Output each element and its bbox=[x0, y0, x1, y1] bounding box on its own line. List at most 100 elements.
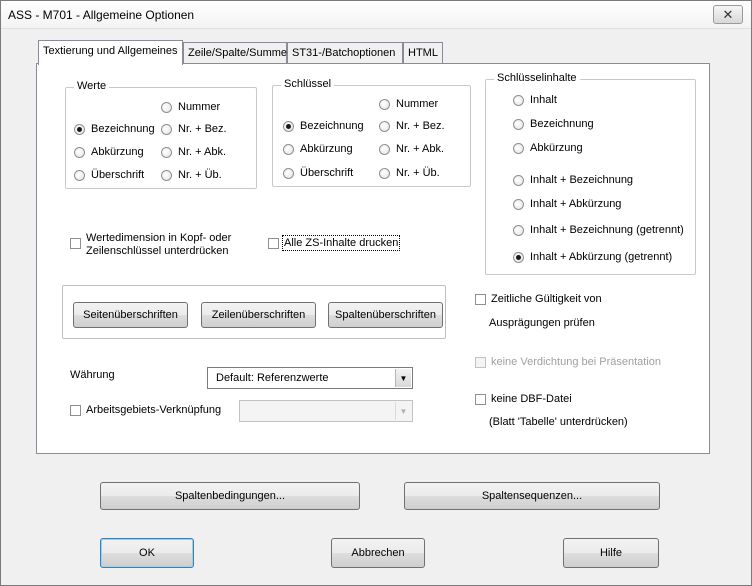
zeitliche-gueltigkeit-checkbox[interactable]: Zeitliche Gültigkeit von bbox=[475, 293, 602, 305]
schluessel-radio-ueberschrift[interactable]: Überschrift bbox=[283, 167, 353, 179]
inhalte-radio-abkuerzung[interactable]: Abkürzung bbox=[513, 142, 583, 154]
inhalte-radio-inhalt[interactable]: Inhalt bbox=[513, 94, 557, 106]
keine-dbf-datei-label: keine DBF-Datei bbox=[491, 393, 572, 405]
werte-radio-bezeichnung[interactable]: Bezeichnung bbox=[74, 123, 155, 135]
window-title: ASS - M701 - Allgemeine Optionen bbox=[8, 8, 195, 22]
radio-icon bbox=[161, 146, 172, 158]
radio-label: Nr. + Üb. bbox=[396, 167, 440, 179]
radio-label: Inhalt bbox=[530, 94, 557, 106]
radio-label: Nr. + Abk. bbox=[178, 146, 226, 158]
zeitliche-gueltigkeit-label-line2: Ausprägungen prüfen bbox=[489, 317, 595, 329]
radio-label: Bezeichnung bbox=[91, 123, 155, 135]
radio-icon bbox=[513, 224, 524, 236]
radio-label: Abkürzung bbox=[530, 142, 583, 154]
inhalte-radio-inhalt-bezeichnung[interactable]: Inhalt + Bezeichnung bbox=[513, 174, 633, 186]
arbeitsgebiets-verknuepfung-checkbox[interactable]: Arbeitsgebiets-Verknüpfung bbox=[70, 404, 221, 416]
zeitliche-gueltigkeit-label: Zeitliche Gültigkeit von bbox=[491, 293, 602, 305]
radio-icon bbox=[513, 174, 524, 186]
abbrechen-button[interactable]: Abbrechen bbox=[331, 538, 425, 568]
radio-label: Abkürzung bbox=[300, 143, 353, 155]
schluessel-radio-nr-bez[interactable]: Nr. + Bez. bbox=[379, 120, 445, 132]
group-schluesselinhalte-legend: Schlüsselinhalte bbox=[494, 72, 580, 84]
tab-label: Zeile/Spalte/Summe bbox=[188, 47, 288, 59]
schluessel-radio-nr-abk[interactable]: Nr. + Abk. bbox=[379, 143, 444, 155]
checkbox-icon bbox=[475, 294, 486, 305]
werte-radio-nr-abk[interactable]: Nr. + Abk. bbox=[161, 146, 226, 158]
seitenueberschriften-button[interactable]: Seitenüberschriften bbox=[73, 302, 188, 328]
wertedimension-checkbox[interactable]: Wertedimension in Kopf- oder Zeilenschlü… bbox=[70, 232, 231, 258]
radio-label: Nr. + Üb. bbox=[178, 169, 222, 181]
tab-label: ST31-/Batchoptionen bbox=[292, 47, 396, 59]
schluessel-radio-nr-ueb[interactable]: Nr. + Üb. bbox=[379, 167, 440, 179]
radio-checked-icon bbox=[74, 123, 85, 135]
werte-radio-nr-bez[interactable]: Nr. + Bez. bbox=[161, 123, 227, 135]
schluessel-radio-abkuerzung[interactable]: Abkürzung bbox=[283, 143, 353, 155]
tab-textierung[interactable]: Textierung und Allgemeines bbox=[38, 40, 183, 65]
inhalte-radio-inhalt-bezeichnung-getrennt[interactable]: Inhalt + Bezeichnung (getrennt) bbox=[513, 224, 684, 236]
radio-checked-icon bbox=[513, 251, 524, 263]
radio-icon bbox=[379, 98, 390, 110]
radio-label: Inhalt + Bezeichnung bbox=[530, 174, 634, 186]
radio-icon bbox=[513, 142, 524, 154]
group-schluessel: Schlüssel Nummer Bezeichnung Nr. + Bez. … bbox=[272, 78, 471, 187]
group-werte-legend: Werte bbox=[74, 80, 110, 92]
arbeitsgebiets-verknuepfung-label: Arbeitsgebiets-Verknüpfung bbox=[86, 404, 222, 416]
close-button[interactable]: ✕ bbox=[713, 5, 743, 24]
inhalte-radio-inhalt-abkuerzung[interactable]: Inhalt + Abkürzung bbox=[513, 198, 621, 210]
chevron-down-icon[interactable]: ▼ bbox=[395, 369, 411, 387]
title-bar[interactable]: ASS - M701 - Allgemeine Optionen ✕ bbox=[1, 1, 751, 29]
radio-icon bbox=[379, 120, 390, 132]
radio-icon bbox=[513, 198, 524, 210]
ok-button[interactable]: OK bbox=[100, 538, 194, 568]
hilfe-button[interactable]: Hilfe bbox=[563, 538, 659, 568]
group-schluesselinhalte: Schlüsselinhalte Inhalt Bezeichnung Abkü… bbox=[485, 72, 696, 275]
spaltenbedingungen-button[interactable]: Spaltenbedingungen... bbox=[100, 482, 360, 510]
radio-checked-icon bbox=[283, 120, 294, 132]
radio-label: Abkürzung bbox=[91, 146, 144, 158]
spaltenueberschriften-button[interactable]: Spaltenüberschriften bbox=[328, 302, 443, 328]
keine-verdichtung-checkbox[interactable]: keine Verdichtung bei Präsentation bbox=[475, 356, 661, 368]
spaltensequenzen-button[interactable]: Spaltensequenzen... bbox=[404, 482, 660, 510]
werte-radio-abkuerzung[interactable]: Abkürzung bbox=[74, 146, 144, 158]
waehrung-label: Währung bbox=[70, 369, 115, 381]
radio-icon bbox=[74, 169, 85, 181]
werte-radio-nr-ueb[interactable]: Nr. + Üb. bbox=[161, 169, 222, 181]
tab-html[interactable]: HTML bbox=[403, 42, 443, 64]
radio-icon bbox=[379, 143, 390, 155]
radio-icon bbox=[161, 123, 172, 135]
werte-radio-nummer[interactable]: Nummer bbox=[161, 101, 220, 113]
radio-label: Bezeichnung bbox=[530, 118, 594, 130]
werte-radio-ueberschrift[interactable]: Überschrift bbox=[74, 169, 144, 181]
dialog-window: ASS - M701 - Allgemeine Optionen ✕ Texti… bbox=[0, 0, 752, 586]
inhalte-radio-inhalt-abkuerzung-getrennt[interactable]: Inhalt + Abkürzung (getrennt) bbox=[513, 251, 672, 263]
keine-dbf-datei-label-line2: (Blatt 'Tabelle' unterdrücken) bbox=[489, 416, 628, 428]
arbeitsgebiet-select[interactable]: ▼ bbox=[239, 400, 413, 422]
radio-icon bbox=[74, 146, 85, 158]
alle-zs-inhalte-checkbox[interactable]: Alle ZS-Inhalte drucken bbox=[268, 235, 401, 251]
chevron-down-icon[interactable]: ▼ bbox=[395, 402, 411, 420]
tab-label: Textierung und Allgemeines bbox=[43, 45, 178, 57]
radio-label: Nummer bbox=[178, 101, 221, 113]
radio-icon bbox=[513, 94, 524, 106]
radio-label: Überschrift bbox=[91, 169, 145, 181]
header-buttons-frame: Seitenüberschriften Zeilenüberschriften … bbox=[62, 285, 446, 339]
tab-st31-batchoptionen[interactable]: ST31-/Batchoptionen bbox=[287, 42, 403, 64]
radio-label: Nr. + Bez. bbox=[396, 120, 445, 132]
tab-zeile-spalte-summe[interactable]: Zeile/Spalte/Summe bbox=[183, 42, 287, 64]
inhalte-radio-bezeichnung[interactable]: Bezeichnung bbox=[513, 118, 594, 130]
checkbox-icon bbox=[70, 405, 81, 416]
waehrung-select[interactable]: Default: Referenzwerte ▼ bbox=[207, 367, 413, 389]
radio-label: Nummer bbox=[396, 98, 439, 110]
radio-label: Inhalt + Abkürzung (getrennt) bbox=[530, 251, 673, 263]
checkbox-icon bbox=[475, 394, 486, 405]
zeilenueberschriften-button[interactable]: Zeilenüberschriften bbox=[201, 302, 316, 328]
schluessel-radio-bezeichnung[interactable]: Bezeichnung bbox=[283, 120, 364, 132]
radio-icon bbox=[283, 143, 294, 155]
keine-dbf-datei-checkbox[interactable]: keine DBF-Datei bbox=[475, 393, 572, 405]
wertedimension-label: Wertedimension in Kopf- oder Zeilenschlü… bbox=[86, 232, 232, 257]
radio-label: Nr. + Abk. bbox=[396, 143, 444, 155]
radio-label: Inhalt + Bezeichnung (getrennt) bbox=[530, 224, 684, 236]
radio-label: Bezeichnung bbox=[300, 120, 364, 132]
close-icon: ✕ bbox=[722, 6, 734, 22]
schluessel-radio-nummer[interactable]: Nummer bbox=[379, 98, 438, 110]
